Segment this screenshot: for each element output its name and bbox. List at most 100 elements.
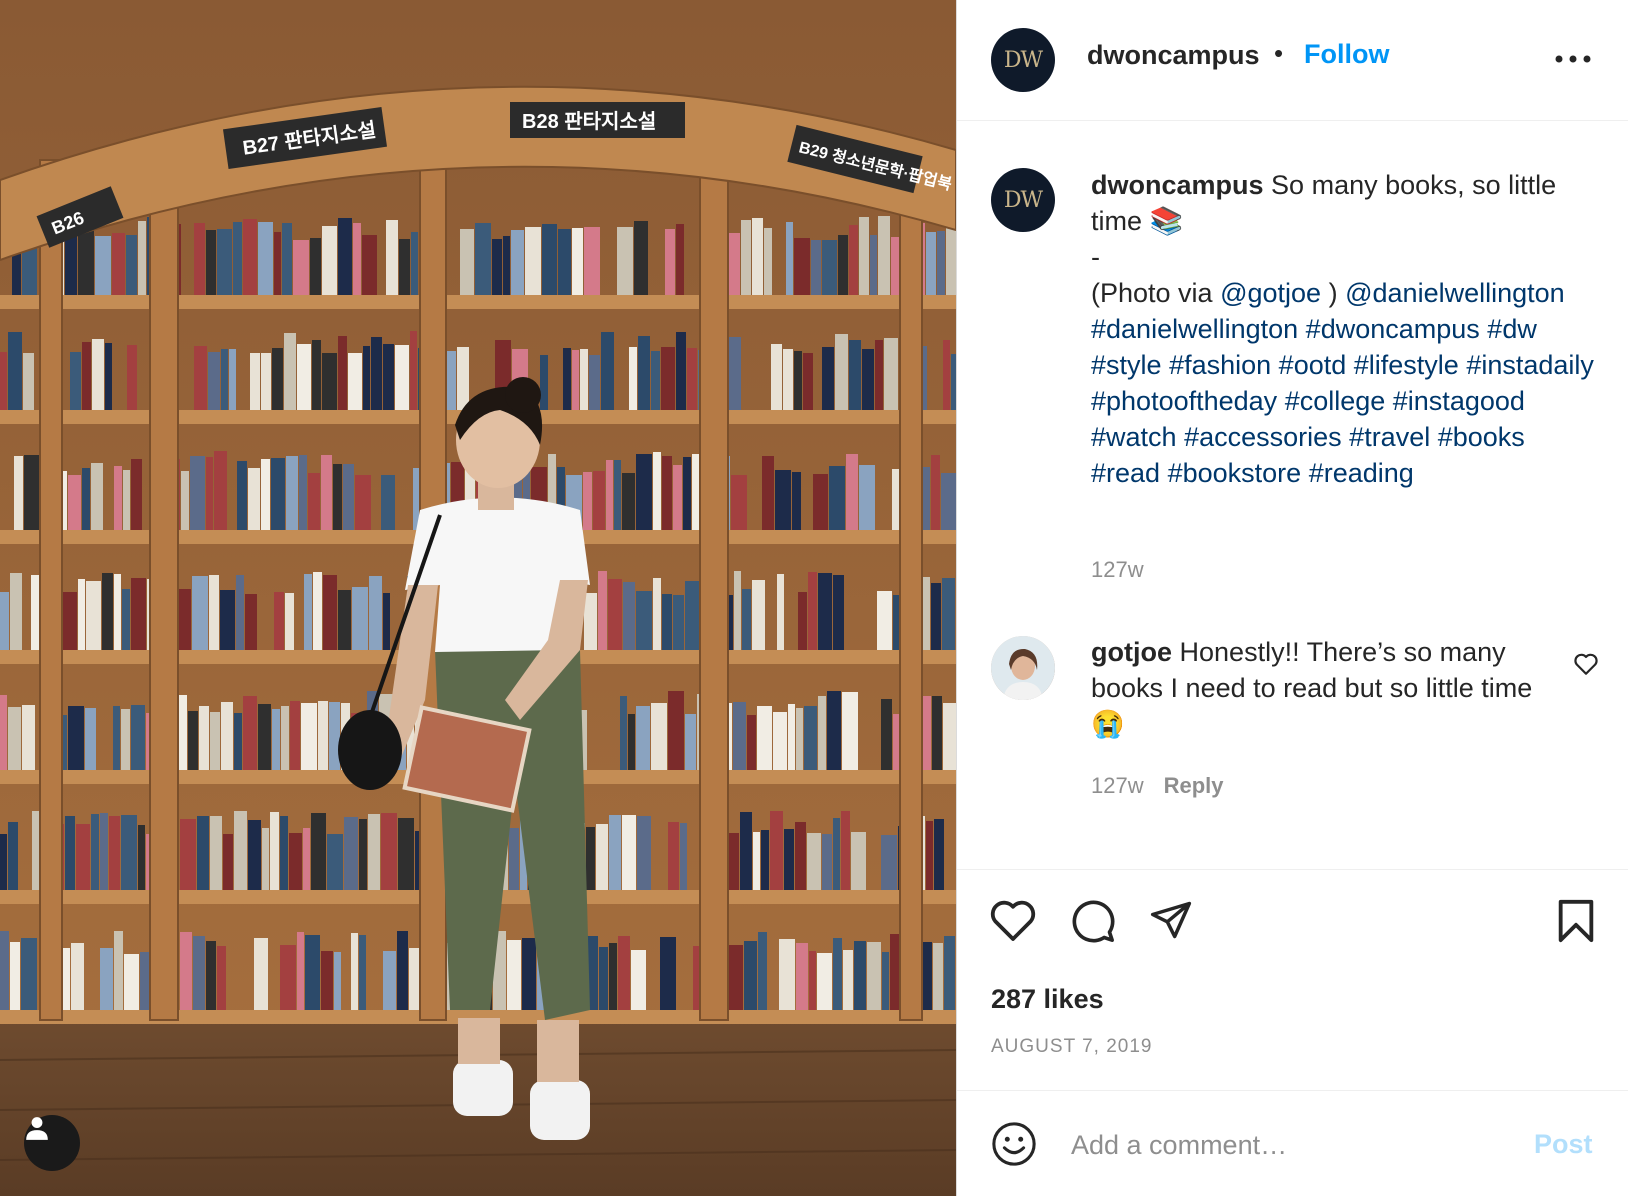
- book-spine: [926, 232, 936, 295]
- caption-avatar[interactable]: DW: [991, 168, 1055, 232]
- avatar[interactable]: DW: [991, 28, 1055, 92]
- commenter-avatar[interactable]: [991, 636, 1055, 700]
- likes-count[interactable]: 287 likes: [991, 984, 1104, 1015]
- book-spine: [728, 833, 739, 890]
- hashtag[interactable]: #ootd: [1279, 350, 1347, 380]
- book-spine: [757, 706, 772, 770]
- book-spine: [563, 348, 571, 410]
- book-spine: [359, 935, 366, 1010]
- book-spine: [808, 572, 817, 650]
- book-spine: [803, 353, 813, 410]
- book-spine: [762, 456, 774, 530]
- hashtag[interactable]: #dwoncampus: [1306, 314, 1480, 344]
- hashtag[interactable]: #books: [1438, 422, 1525, 452]
- book-spine: [509, 828, 519, 890]
- book-spine: [293, 240, 309, 295]
- hashtag[interactable]: #danielwellington: [1091, 314, 1298, 344]
- book-spine: [206, 941, 216, 1010]
- book-spine: [395, 345, 409, 410]
- book-spine: [114, 931, 123, 1010]
- hashtag[interactable]: #reading: [1309, 458, 1414, 488]
- book-spine: [822, 240, 837, 295]
- book-spine: [734, 571, 741, 650]
- hashtag[interactable]: #style: [1091, 350, 1162, 380]
- book-spine: [584, 593, 597, 650]
- comment-like-heart-icon[interactable]: [1573, 652, 1599, 676]
- book-spine: [507, 940, 521, 1010]
- book-spine: [229, 349, 236, 410]
- more-options-icon[interactable]: [1553, 46, 1593, 72]
- book-spine: [312, 340, 321, 410]
- post-actions: 287 likes AUGUST 7, 2019: [957, 869, 1628, 1090]
- book-spine: [788, 704, 795, 770]
- hashtag[interactable]: #travel: [1349, 422, 1430, 452]
- header-username[interactable]: dwoncampus: [1087, 40, 1260, 71]
- hashtag[interactable]: #photooftheday: [1091, 386, 1277, 416]
- book-spine: [194, 223, 205, 295]
- hashtag[interactable]: #instagood: [1393, 386, 1525, 416]
- book-spine: [127, 345, 137, 410]
- book-spine: [946, 227, 956, 295]
- caption-timestamp[interactable]: 127w: [1091, 557, 1144, 583]
- book-spine: [280, 945, 296, 1010]
- book-spine: [931, 455, 940, 530]
- hashtag[interactable]: #instadaily: [1466, 350, 1594, 380]
- book-spine: [353, 223, 361, 295]
- book-spine: [931, 583, 941, 650]
- book-spine: [877, 591, 892, 650]
- user-icon: [26, 1117, 48, 1140]
- comment-username[interactable]: gotjoe: [1091, 637, 1172, 667]
- book-spine: [261, 353, 271, 410]
- post-date[interactable]: AUGUST 7, 2019: [991, 1036, 1153, 1058]
- share-paper-plane-icon[interactable]: [1148, 898, 1194, 942]
- hashtag[interactable]: #read: [1091, 458, 1160, 488]
- book-spine: [303, 828, 310, 890]
- book-spine: [92, 339, 104, 410]
- book-spine: [243, 696, 257, 770]
- book-spine: [727, 945, 743, 1010]
- book-spine: [68, 475, 81, 530]
- book-spine: [813, 474, 828, 530]
- book-spine: [668, 822, 679, 890]
- book-spine: [637, 816, 651, 890]
- hashtag[interactable]: #watch: [1091, 422, 1177, 452]
- book-spine: [795, 822, 806, 890]
- like-heart-icon[interactable]: [989, 898, 1037, 942]
- book-spine: [113, 706, 120, 770]
- hashtag[interactable]: #fashion: [1169, 350, 1271, 380]
- comments-scroll-area[interactable]: DW dwoncampus So many books, so little t…: [957, 121, 1628, 869]
- hashtag[interactable]: #college: [1285, 386, 1386, 416]
- book-spine: [636, 706, 650, 770]
- book-spine: [10, 573, 22, 650]
- reply-button[interactable]: Reply: [1164, 773, 1224, 798]
- next-comment-peek: [991, 851, 1591, 869]
- book-spine: [338, 218, 352, 295]
- book-spine: [608, 579, 622, 650]
- book-spine: [829, 466, 845, 530]
- save-bookmark-icon[interactable]: [1556, 898, 1596, 944]
- comment-input[interactable]: [1069, 1119, 1493, 1171]
- book-spine: [662, 456, 672, 530]
- caption-dash: -: [1091, 242, 1100, 272]
- book-spine: [114, 466, 122, 530]
- mention-gotjoe[interactable]: @gotjoe: [1220, 278, 1321, 308]
- hashtag[interactable]: #bookstore: [1168, 458, 1302, 488]
- comment-timestamp[interactable]: 127w: [1091, 773, 1144, 798]
- caption-username[interactable]: dwoncampus: [1091, 170, 1264, 200]
- hashtag[interactable]: #accessories: [1184, 422, 1342, 452]
- tagged-users-button[interactable]: [24, 1115, 80, 1171]
- book-spine: [323, 575, 337, 650]
- book-spine: [221, 702, 233, 770]
- follow-button[interactable]: Follow: [1304, 39, 1389, 70]
- emoji-smiley-icon[interactable]: [991, 1121, 1037, 1167]
- post-photo[interactable]: B27 판타지소설 B28 판타지소설 B29 청소년문학·팝업북 B26: [0, 0, 956, 1196]
- book-spine: [822, 834, 832, 890]
- book-spine: [76, 824, 90, 890]
- book-spine: [100, 948, 113, 1010]
- post-comment-button[interactable]: Post: [1534, 1129, 1593, 1160]
- hashtag[interactable]: #lifestyle: [1354, 350, 1459, 380]
- mention-danielwellington[interactable]: @danielwellington: [1345, 278, 1565, 308]
- comment-bubble-icon[interactable]: [1070, 898, 1116, 944]
- hashtag[interactable]: #dw: [1487, 314, 1537, 344]
- book-spine: [475, 223, 491, 295]
